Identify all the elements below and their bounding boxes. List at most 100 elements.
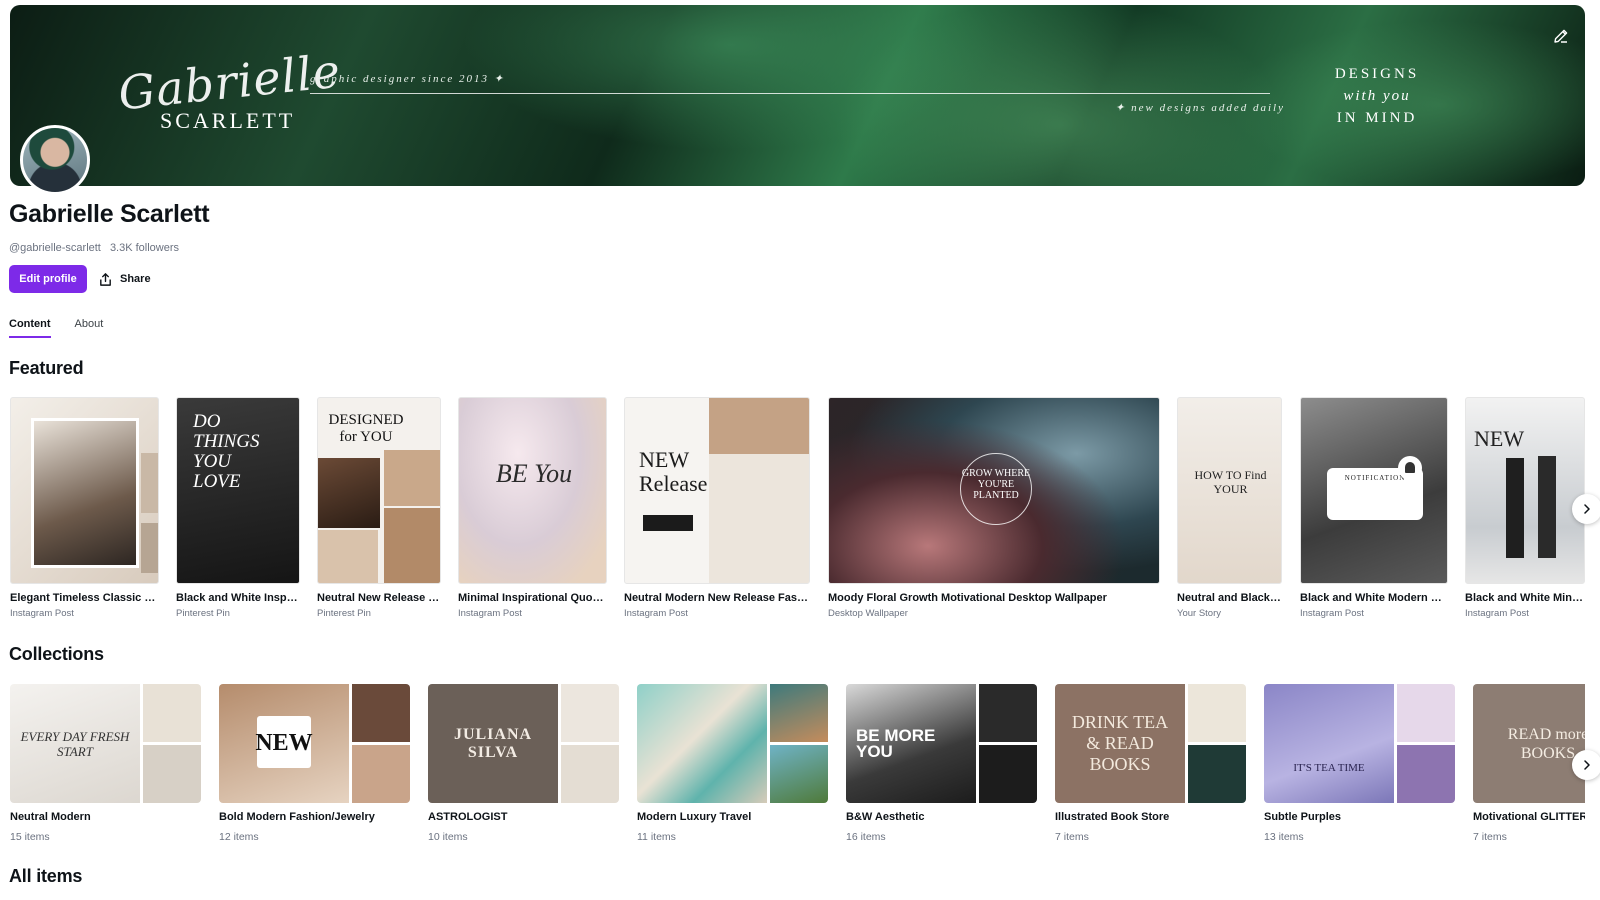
featured-next-button[interactable] [1572, 494, 1600, 524]
banner-surname: SCARLETT [160, 108, 296, 133]
banner-motto: DESIGNS with you IN MIND [1322, 63, 1432, 129]
collection-count: 12 items [219, 831, 259, 843]
featured-title: Black and White Inspira... [176, 592, 300, 604]
share-button[interactable]: Share [98, 265, 151, 293]
collection-thumb: JULIANA SILVA [428, 684, 619, 803]
collection-title: Illustrated Book Store [1055, 811, 1170, 823]
collection-thumb: NEW [219, 684, 410, 803]
featured-title: Moody Floral Growth Motivational Desktop… [828, 592, 1107, 604]
collection-count: 7 items [1473, 831, 1507, 843]
collection-title: Subtle Purples [1264, 811, 1342, 823]
collection-card[interactable]: NEW Bold Modern Fashion/Jewelry 12 items [219, 684, 410, 843]
featured-type: Pinterest Pin [317, 608, 371, 619]
collection-card[interactable]: READ more BOOKS Motivational GLITTER 7 i… [1473, 684, 1585, 843]
collection-title: Motivational GLITTER [1473, 811, 1585, 823]
featured-thumb: HOW TO Find YOUR [1177, 397, 1282, 584]
collection-count: 7 items [1055, 831, 1089, 843]
collections-carousel: EVERY DAY FRESH START Neutral Modern 15 … [10, 684, 1585, 844]
collection-title: ASTROLOGIST [428, 811, 508, 823]
banner-motto-line-1: DESIGNS [1334, 66, 1420, 82]
featured-title: Black and White Minimal [1465, 592, 1585, 604]
collection-title: Neutral Modern [10, 811, 91, 823]
featured-card[interactable]: DESIGNED for YOU Neutral New Release Fa.… [317, 397, 441, 619]
collection-thumb-text: NEW [255, 730, 313, 756]
featured-thumb [10, 397, 159, 584]
collection-thumb: IT'S TEA TIME [1264, 684, 1455, 803]
collection-card[interactable]: Modern Luxury Travel 11 items [637, 684, 828, 843]
featured-card[interactable]: GROW WHERE YOU'RE PLANTED Moody Floral G… [828, 397, 1160, 619]
collection-thumb: EVERY DAY FRESH START [10, 684, 201, 803]
share-label: Share [120, 273, 151, 285]
collection-card[interactable]: JULIANA SILVA ASTROLOGIST 10 items [428, 684, 619, 843]
collection-thumb [637, 684, 828, 803]
collections-heading: Collections [9, 644, 104, 664]
featured-card[interactable]: BE You Minimal Inspirational Quote ... I… [458, 397, 607, 619]
featured-thumb-text: DO THINGS YOU LOVE [193, 411, 260, 492]
featured-thumb: NEW [1465, 397, 1585, 584]
collection-thumb-text: JULIANA SILVA [453, 725, 533, 761]
collection-thumb-text: IT'S TEA TIME [1293, 761, 1365, 774]
collection-thumb: DRINK TEA & READ BOOKS [1055, 684, 1246, 803]
collection-card[interactable]: IT'S TEA TIME Subtle Purples 13 items [1264, 684, 1455, 843]
all-items-heading: All items [9, 866, 83, 886]
chevron-right-icon [1584, 760, 1590, 770]
edit-profile-button[interactable]: Edit profile [9, 265, 87, 293]
collection-card[interactable]: DRINK TEA & READ BOOKS Illustrated Book … [1055, 684, 1246, 843]
featured-thumb: DESIGNED for YOU [317, 397, 441, 584]
featured-thumb-text: DESIGNED for YOU [328, 412, 404, 445]
collection-count: 13 items [1264, 831, 1304, 843]
featured-card[interactable]: NEW Release Neutral Modern New Release F… [624, 397, 810, 619]
collection-thumb-text: EVERY DAY FRESH START [20, 728, 130, 759]
share-icon [100, 272, 111, 286]
featured-title: Elegant Timeless Classic Sea... [10, 592, 159, 604]
collection-thumb-text: DRINK TEA & READ BOOKS [1071, 712, 1169, 774]
featured-title: Neutral and Black ... [1177, 592, 1282, 604]
featured-type: Pinterest Pin [176, 608, 230, 619]
featured-card[interactable]: Elegant Timeless Classic Sea... Instagra… [10, 397, 159, 619]
pencil-icon [1554, 29, 1568, 43]
featured-thumb: BE You [458, 397, 607, 584]
collection-card[interactable]: BE MORE YOU B&W Aesthetic 16 items [846, 684, 1037, 843]
profile-banner: Gabrielle SCARLETT graphic designer sinc… [10, 5, 1585, 186]
featured-thumb: NOTIFICATION [1300, 397, 1448, 584]
featured-title: Neutral Modern New Release Fashio... [624, 592, 810, 604]
featured-card[interactable]: HOW TO Find YOUR Neutral and Black ... Y… [1177, 397, 1282, 619]
featured-type: Desktop Wallpaper [828, 608, 908, 619]
featured-title: Neutral New Release Fa... [317, 592, 441, 604]
featured-title: Black and White Modern Mi... [1300, 592, 1448, 604]
featured-type: Instagram Post [624, 608, 688, 619]
banner-divider [310, 93, 1270, 94]
tab-about[interactable]: About [75, 318, 104, 338]
collection-title: Modern Luxury Travel [637, 811, 752, 823]
featured-thumb-text: NEW Release [639, 447, 708, 496]
featured-type: Instagram Post [10, 608, 74, 619]
collection-count: 10 items [428, 831, 468, 843]
featured-type: Instagram Post [1300, 608, 1364, 619]
featured-type: Instagram Post [458, 608, 522, 619]
featured-type: Your Story [1177, 608, 1222, 619]
collections-next-button[interactable] [1572, 750, 1600, 780]
banner-motto-line-2: with you [1343, 88, 1411, 104]
profile-name: Gabrielle Scarlett [9, 200, 210, 228]
profile-handle: @gabrielle-scarlett [9, 242, 101, 254]
featured-title: Minimal Inspirational Quote ... [458, 592, 607, 604]
collection-title: Bold Modern Fashion/Jewelry [219, 811, 375, 823]
featured-thumb-text: BE You [495, 459, 573, 488]
avatar[interactable] [20, 125, 90, 195]
featured-thumb: NEW Release [624, 397, 810, 584]
collection-thumb-text: BE MORE YOU [856, 725, 936, 761]
profile-meta: @gabrielle-scarlett 3.3K followers [9, 242, 179, 254]
featured-thumb: GROW WHERE YOU'RE PLANTED [828, 397, 1160, 584]
collection-thumb: READ more BOOKS [1473, 684, 1585, 803]
collection-count: 11 items [637, 831, 676, 843]
featured-heading: Featured [9, 358, 84, 378]
featured-card[interactable]: NEW Black and White Minimal Instagram Po… [1465, 397, 1585, 619]
tab-content[interactable]: Content [9, 318, 51, 338]
featured-card[interactable]: NOTIFICATION Black and White Modern Mi..… [1300, 397, 1448, 619]
collection-thumb: BE MORE YOU [846, 684, 1037, 803]
collection-card[interactable]: EVERY DAY FRESH START Neutral Modern 15 … [10, 684, 201, 843]
featured-carousel: Elegant Timeless Classic Sea... Instagra… [10, 397, 1585, 627]
featured-card[interactable]: DO THINGS YOU LOVE Black and White Inspi… [176, 397, 300, 619]
collection-thumb-text: READ more BOOKS [1507, 725, 1585, 762]
edit-banner-button[interactable] [1548, 23, 1574, 49]
